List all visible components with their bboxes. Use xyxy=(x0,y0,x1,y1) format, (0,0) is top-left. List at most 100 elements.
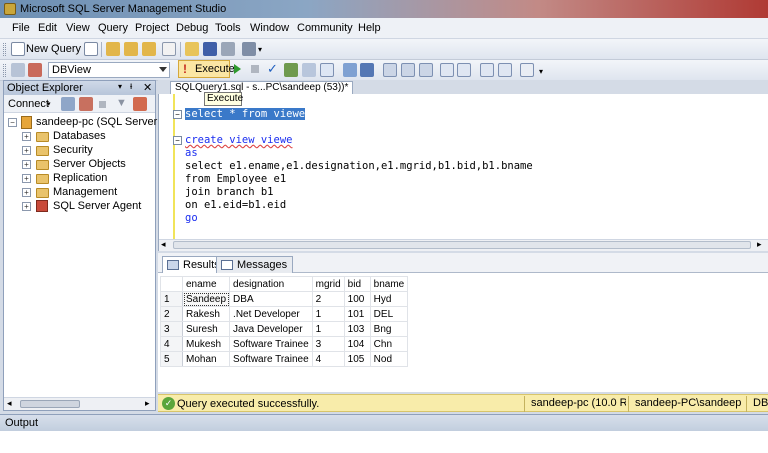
menu-view[interactable]: View xyxy=(66,22,90,34)
table-cell[interactable]: Mukesh xyxy=(181,336,231,352)
table-cell[interactable]: 3 xyxy=(311,336,345,352)
intellisense-icon[interactable] xyxy=(343,63,357,77)
close-icon[interactable]: ✕ xyxy=(143,81,152,94)
table-row[interactable]: 3 Suresh Java Developer 1 103 Bng xyxy=(160,321,409,337)
connect-button[interactable]: Connect xyxy=(8,98,49,110)
table-cell[interactable]: DBA xyxy=(229,291,313,307)
xmla-query-icon[interactable] xyxy=(142,42,156,56)
save-icon[interactable] xyxy=(203,42,217,56)
outline-collapse-icon[interactable]: − xyxy=(173,136,182,145)
menu-tools[interactable]: Tools xyxy=(215,22,241,34)
menu-edit[interactable]: Edit xyxy=(38,22,57,34)
specify-values-icon[interactable] xyxy=(520,63,534,77)
analysis-query-icon[interactable] xyxy=(124,42,138,56)
save-all-icon[interactable] xyxy=(221,42,235,56)
table-cell[interactable]: Java Developer xyxy=(229,321,313,337)
outline-collapse-icon[interactable]: − xyxy=(173,110,182,119)
table-cell[interactable]: 105 xyxy=(343,351,371,367)
table-cell[interactable]: DEL xyxy=(369,306,409,322)
row-number[interactable]: 4 xyxy=(160,336,183,352)
table-cell[interactable]: 100 xyxy=(343,291,371,307)
expand-icon[interactable]: + xyxy=(22,132,31,141)
include-plan-icon[interactable] xyxy=(360,63,374,77)
menu-window[interactable]: Window xyxy=(250,22,289,34)
table-cell[interactable]: Suresh xyxy=(181,321,231,337)
new-file-icon[interactable] xyxy=(84,42,98,56)
table-cell[interactable]: Bng xyxy=(369,321,409,337)
tab-messages[interactable]: Messages xyxy=(216,256,294,273)
open-file-icon[interactable] xyxy=(185,42,199,56)
refresh-icon[interactable] xyxy=(133,97,147,111)
table-cell[interactable]: 103 xyxy=(343,321,371,337)
table-cell[interactable]: 104 xyxy=(343,336,371,352)
filter-icon[interactable]: ▼ xyxy=(116,97,127,109)
table-cell[interactable]: 101 xyxy=(343,306,371,322)
column-header[interactable]: designation xyxy=(229,276,313,292)
results-to-file-icon[interactable] xyxy=(419,63,433,77)
change-connection-icon[interactable] xyxy=(28,63,42,77)
table-row[interactable]: 4 Mukesh Software Trainee 3 104 Chn xyxy=(160,336,409,352)
editor-hscrollbar[interactable]: ◂ ▸ xyxy=(159,239,768,251)
expand-icon[interactable]: + xyxy=(22,174,31,183)
table-row[interactable]: 1 Sandeep DBA 2 100 Hyd xyxy=(160,291,409,307)
comment-icon[interactable] xyxy=(440,63,454,77)
results-table[interactable]: ename designation mgrid bid bname 1 Sand… xyxy=(160,276,409,367)
scroll-thumb[interactable] xyxy=(20,400,80,408)
row-number[interactable]: 2 xyxy=(160,306,183,322)
scroll-right-icon[interactable]: ▸ xyxy=(757,239,762,250)
options-icon[interactable] xyxy=(320,63,334,77)
uncomment-icon[interactable] xyxy=(457,63,471,77)
table-cell[interactable]: Rakesh xyxy=(181,306,231,322)
expand-icon[interactable]: + xyxy=(22,202,31,211)
scroll-right-icon[interactable]: ▸ xyxy=(145,398,150,409)
table-cell[interactable]: Mohan xyxy=(181,351,231,367)
table-cell[interactable]: Hyd xyxy=(369,291,409,307)
new-query-button[interactable]: New Query xyxy=(26,43,81,55)
query-designer-icon[interactable] xyxy=(302,63,316,77)
execute-button[interactable]: ! Execute xyxy=(178,60,235,78)
table-cell[interactable]: Software Trainee xyxy=(229,336,313,352)
table-cell[interactable]: Chn xyxy=(369,336,409,352)
table-cell[interactable]: Sandeep xyxy=(181,291,231,307)
menu-query[interactable]: Query xyxy=(98,22,128,34)
menu-community[interactable]: Community xyxy=(297,22,353,34)
object-explorer-hscrollbar[interactable]: ◂ ▸ xyxy=(4,397,155,410)
disconnect-icon[interactable] xyxy=(79,97,93,111)
table-cell[interactable]: 1 xyxy=(311,321,345,337)
decrease-indent-icon[interactable] xyxy=(480,63,494,77)
compact-query-icon[interactable] xyxy=(162,42,176,56)
toolbar-overflow-icon[interactable]: ▾ xyxy=(258,45,262,54)
menu-debug[interactable]: Debug xyxy=(176,22,208,34)
database-select[interactable]: DBView xyxy=(48,62,170,78)
toolbar-overflow-icon[interactable]: ▾ xyxy=(539,67,543,76)
row-number[interactable]: 3 xyxy=(160,321,183,337)
collapse-icon[interactable]: − xyxy=(8,118,17,127)
connect-icon[interactable] xyxy=(11,63,25,77)
expand-icon[interactable]: + xyxy=(22,160,31,169)
expand-icon[interactable]: + xyxy=(22,146,31,155)
menu-project[interactable]: Project xyxy=(135,22,169,34)
table-cell[interactable]: 2 xyxy=(311,291,345,307)
table-cell[interactable]: .Net Developer xyxy=(229,306,313,322)
column-header[interactable]: ename xyxy=(181,276,231,292)
pin-dropdown-icon[interactable]: ▾ xyxy=(118,82,122,91)
expand-icon[interactable]: + xyxy=(22,188,31,197)
increase-indent-icon[interactable] xyxy=(498,63,512,77)
column-header[interactable]: mgrid xyxy=(311,276,345,292)
table-cell[interactable]: 1 xyxy=(311,306,345,322)
stop-icon[interactable] xyxy=(251,65,259,73)
row-number[interactable]: 5 xyxy=(160,351,183,367)
tab-sqlquery1[interactable]: SQLQuery1.sql - s...PC\sandeep (53))* xyxy=(170,81,354,94)
scroll-left-icon[interactable]: ◂ xyxy=(161,239,166,250)
stop-icon[interactable] xyxy=(99,101,106,108)
db-engine-query-icon[interactable] xyxy=(106,42,120,56)
table-cell[interactable]: Software Trainee xyxy=(229,351,313,367)
connect-dropdown-icon[interactable]: ▾ xyxy=(47,100,51,108)
results-to-text-icon[interactable] xyxy=(383,63,397,77)
query-editor[interactable]: − − select * from viewe create view view… xyxy=(158,94,768,251)
row-number[interactable]: 1 xyxy=(160,291,183,307)
connect-server-icon[interactable] xyxy=(61,97,75,111)
scroll-left-icon[interactable]: ◂ xyxy=(7,398,12,409)
debug-play-icon[interactable] xyxy=(234,64,241,74)
scroll-thumb[interactable] xyxy=(173,241,751,249)
